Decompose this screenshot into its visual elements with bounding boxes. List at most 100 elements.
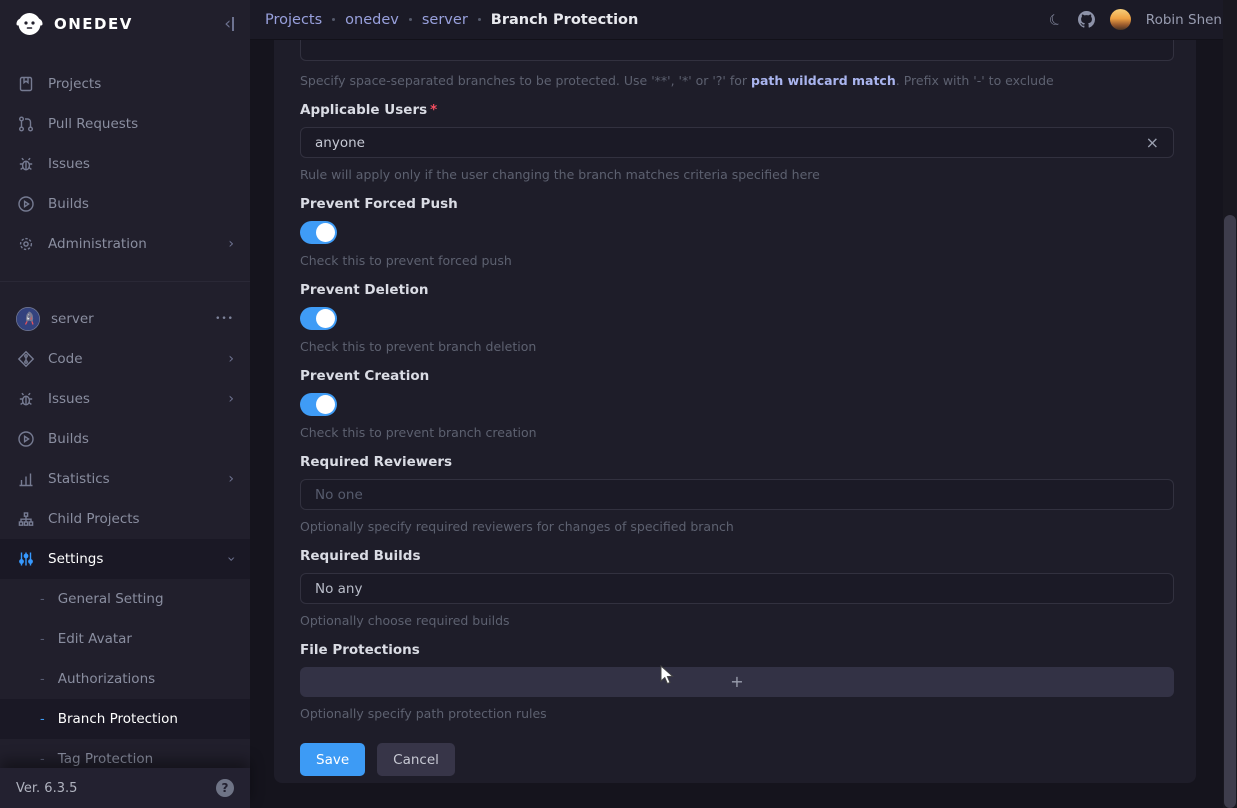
sidebar-item-issues[interactable]: Issues — [0, 144, 250, 184]
logo-row: ONEDEV ‹ — [0, 0, 250, 48]
required-builds-help: Optionally choose required builds — [300, 613, 1174, 628]
help-icon[interactable]: ? — [216, 779, 234, 797]
sidebar-subitem-authorizations[interactable]: - Authorizations — [0, 659, 250, 699]
dash-icon: - — [40, 752, 45, 767]
applicable-users-value: anyone — [315, 135, 365, 151]
breadcrumb-projects[interactable]: Projects — [265, 12, 322, 28]
applicable-users-input[interactable]: anyone × — [300, 127, 1174, 158]
prevent-forced-push-toggle[interactable] — [300, 221, 337, 244]
sidebar: ONEDEV ‹ Projects Pull Requests Issues — [0, 0, 250, 808]
breadcrumb-onedev[interactable]: onedev — [345, 12, 399, 28]
sidebar-item-child-projects[interactable]: Child Projects — [0, 499, 250, 539]
toggle-knob — [316, 395, 335, 414]
sidebar-subitem-label: Branch Protection — [58, 711, 178, 727]
clear-icon[interactable]: × — [1146, 135, 1159, 151]
required-builds-label: Required Builds — [300, 548, 1174, 564]
required-builds-input[interactable]: No any — [300, 573, 1174, 604]
user-avatar[interactable] — [1110, 9, 1131, 30]
sidebar-item-label: Statistics — [48, 471, 110, 487]
prevent-creation-toggle[interactable] — [300, 393, 337, 416]
sidebar-subitem-branch-protection[interactable]: - Branch Protection — [0, 699, 250, 739]
sidebar-item-project-issues[interactable]: Issues › — [0, 379, 250, 419]
toggle-knob — [316, 309, 335, 328]
chevron-down-icon: › — [224, 556, 238, 562]
path-wildcard-match-link[interactable]: path wildcard match — [751, 73, 896, 88]
scrollbar-thumb[interactable] — [1224, 215, 1236, 808]
sidebar-item-builds[interactable]: Builds — [0, 184, 250, 224]
more-options-icon[interactable]: ••• — [215, 314, 234, 324]
pull-request-icon — [16, 115, 35, 134]
sidebar-item-label: Builds — [48, 431, 89, 447]
breadcrumb-separator-dot — [478, 18, 481, 21]
dash-icon: - — [40, 592, 45, 607]
sidebar-item-statistics[interactable]: Statistics › — [0, 459, 250, 499]
top-bar: Projects onedev server Branch Protection… — [250, 0, 1237, 40]
chevron-left-icon: ‹ — [224, 16, 231, 33]
sidebar-subitem-edit-avatar[interactable]: - Edit Avatar — [0, 619, 250, 659]
book-icon — [16, 75, 35, 94]
prevent-forced-push-label: Prevent Forced Push — [300, 196, 1174, 212]
required-reviewers-input[interactable]: No one — [300, 479, 1174, 510]
branches-help-prefix: Specify space-separated branches to be p… — [300, 73, 751, 88]
prevent-creation-help: Check this to prevent branch creation — [300, 425, 1174, 440]
sidebar-item-label: Child Projects — [48, 511, 140, 527]
file-protections-label: File Protections — [300, 642, 1174, 658]
required-reviewers-label: Required Reviewers — [300, 454, 1174, 470]
sidebar-item-settings[interactable]: Settings › — [0, 539, 250, 579]
required-reviewers-placeholder: No one — [315, 487, 363, 503]
branches-help-suffix: . Prefix with '-' to exclude — [896, 73, 1054, 88]
version-label: Ver. 6.3.5 — [16, 781, 77, 796]
sidebar-collapse-button[interactable]: ‹ — [224, 16, 234, 33]
dark-mode-icon[interactable]: ☾ — [1046, 9, 1066, 31]
file-protections-add-bar[interactable]: + — [300, 667, 1174, 697]
branches-input-partial[interactable] — [300, 40, 1174, 61]
breadcrumb-server[interactable]: server — [422, 12, 468, 28]
bar-chart-icon — [16, 470, 35, 489]
form-actions: Save Cancel — [300, 743, 1174, 776]
chevron-right-icon: › — [228, 352, 234, 366]
global-nav: Projects Pull Requests Issues Builds Adm… — [0, 48, 250, 779]
required-asterisk: * — [430, 102, 437, 118]
sidebar-item-label: Projects — [48, 76, 101, 92]
prevent-creation-label: Prevent Creation — [300, 368, 1174, 384]
project-avatar — [16, 307, 40, 331]
app-title: ONEDEV — [54, 15, 133, 33]
prevent-forced-push-help: Check this to prevent forced push — [300, 253, 1174, 268]
sidebar-subitem-label: General Setting — [58, 591, 164, 607]
github-icon[interactable] — [1078, 11, 1095, 28]
page-title: Branch Protection — [491, 12, 639, 28]
sidebar-item-label: Pull Requests — [48, 116, 138, 132]
sidebar-item-label: Administration — [48, 236, 147, 252]
breadcrumb-separator-dot — [332, 18, 335, 21]
sidebar-project-header[interactable]: server ••• — [0, 299, 250, 339]
chevron-right-icon: › — [228, 392, 234, 406]
collapse-bar-icon — [232, 17, 234, 31]
breadcrumb-separator-dot — [409, 18, 412, 21]
prevent-deletion-toggle[interactable] — [300, 307, 337, 330]
window-scrollbar[interactable] — [1223, 0, 1237, 808]
plus-icon[interactable]: + — [730, 674, 743, 690]
chevron-right-icon: › — [228, 472, 234, 486]
applicable-users-label: Applicable Users* — [300, 102, 1174, 118]
sidebar-item-projects[interactable]: Projects — [0, 64, 250, 104]
sidebar-item-label: Issues — [48, 156, 90, 172]
sidebar-item-administration[interactable]: Administration › — [0, 224, 250, 264]
play-circle-icon — [16, 430, 35, 449]
cancel-button[interactable]: Cancel — [377, 743, 455, 776]
sidebar-subitem-label: Authorizations — [58, 671, 155, 687]
sidebar-item-label: Settings — [48, 551, 103, 567]
sidebar-item-project-builds[interactable]: Builds — [0, 419, 250, 459]
chevron-right-icon: › — [228, 237, 234, 251]
prevent-deletion-help: Check this to prevent branch deletion — [300, 339, 1174, 354]
save-button[interactable]: Save — [300, 743, 365, 776]
required-builds-placeholder: No any — [315, 581, 362, 597]
required-reviewers-help: Optionally specify required reviewers fo… — [300, 519, 1174, 534]
sidebar-item-pull-requests[interactable]: Pull Requests — [0, 104, 250, 144]
label-text: Applicable Users — [300, 102, 427, 118]
onedev-logo-icon — [16, 11, 43, 38]
sidebar-subitem-label: Tag Protection — [58, 751, 153, 767]
sidebar-item-code[interactable]: Code › — [0, 339, 250, 379]
sidebar-subitem-general-setting[interactable]: - General Setting — [0, 579, 250, 619]
user-name[interactable]: Robin Shen — [1146, 12, 1222, 28]
sidebar-item-label: Code — [48, 351, 83, 367]
